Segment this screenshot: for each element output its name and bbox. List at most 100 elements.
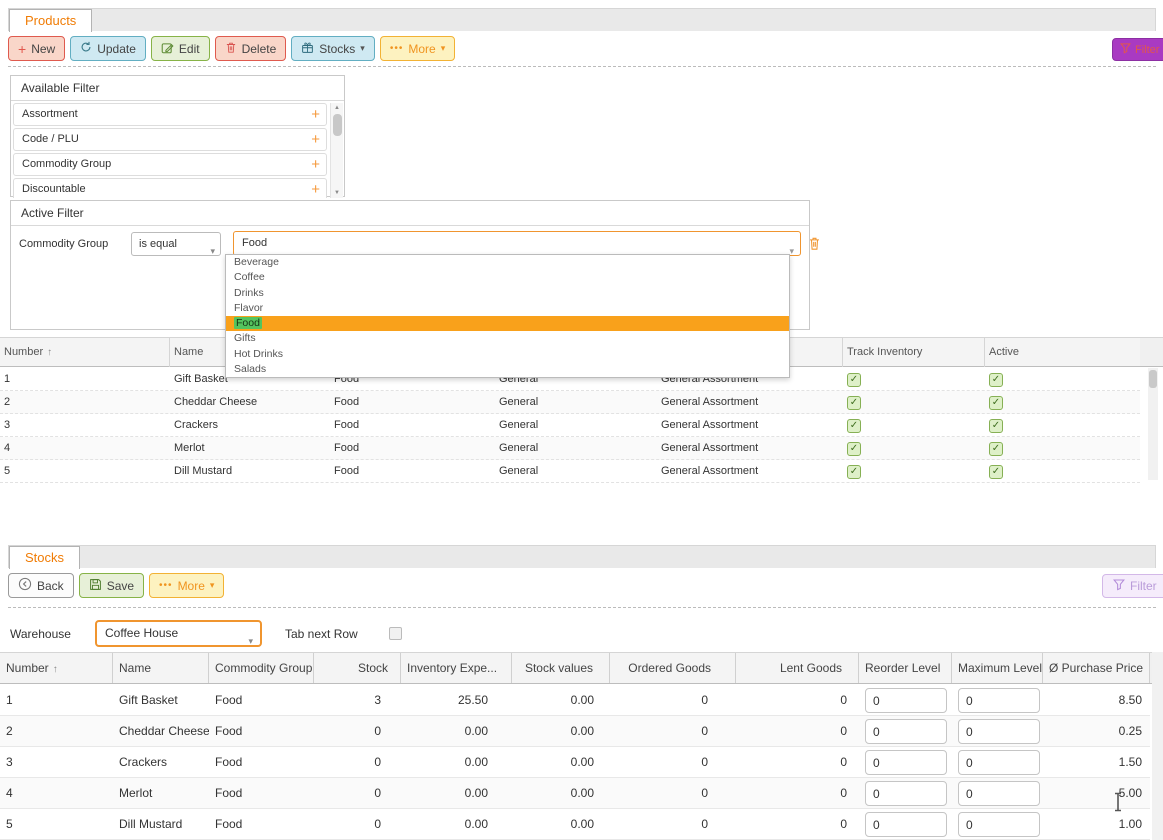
maximum-level-input[interactable]	[958, 781, 1040, 806]
checkbox-checked-icon: ✓	[989, 465, 1003, 479]
active-filter-title: Active Filter	[11, 201, 809, 226]
reorder-level-input[interactable]	[865, 719, 947, 744]
header-label: Name	[174, 346, 203, 358]
option-flavor[interactable]: Flavor	[226, 301, 789, 316]
filter-item-discountable[interactable]: Discountable +	[13, 178, 327, 198]
reorder-level-input[interactable]	[865, 688, 947, 713]
column-header-lent-goods[interactable]: Lent Goods	[736, 653, 859, 683]
edit-button[interactable]: Edit	[151, 36, 210, 61]
cell-number: 1	[0, 685, 113, 715]
column-header-track-inventory[interactable]: Track Inventory	[843, 338, 985, 367]
cell-tax: General	[495, 460, 657, 482]
save-button[interactable]: Save	[79, 573, 144, 598]
table-row[interactable]: 2 Cheddar Cheese Food 0 0.00 0.00 0 0 0.…	[0, 716, 1150, 747]
table-row[interactable]: 2 Cheddar Cheese Food General General As…	[0, 391, 1140, 414]
column-header-reorder-level[interactable]: Reorder Level	[859, 653, 952, 683]
option-beverage[interactable]: Beverage	[226, 255, 789, 270]
back-button[interactable]: Back	[8, 573, 74, 598]
maximum-level-input[interactable]	[958, 688, 1040, 713]
scroll-up-icon[interactable]: ▲	[331, 103, 343, 113]
stocks-scrollbar[interactable]	[1152, 652, 1163, 840]
column-header-active[interactable]: Active	[985, 338, 1140, 367]
maximum-level-input[interactable]	[958, 750, 1040, 775]
column-header-inventory-expected[interactable]: Inventory Expe...	[401, 653, 512, 683]
reorder-level-input[interactable]	[865, 750, 947, 775]
column-header-number[interactable]: Number↑	[0, 653, 113, 683]
new-button[interactable]: + New	[8, 36, 65, 61]
remove-filter-button[interactable]	[808, 236, 821, 251]
add-filter-icon[interactable]: +	[311, 179, 320, 198]
cell-purchase-price: 1.50	[1043, 747, 1150, 777]
table-row[interactable]: 3 Crackers Food 0 0.00 0.00 0 0 1.50	[0, 747, 1150, 778]
column-header-stock[interactable]: Stock	[314, 653, 401, 683]
products-scrollbar[interactable]	[1148, 368, 1158, 480]
cell-stock-values: 0.00	[512, 747, 610, 777]
filter-button-disabled[interactable]: Filter	[1102, 574, 1163, 598]
cell-purchase-price: 5.00	[1043, 778, 1150, 808]
scrollbar-thumb[interactable]	[333, 114, 342, 136]
option-hot-drinks[interactable]: Hot Drinks	[226, 347, 789, 362]
header-label: Lent Goods	[780, 661, 842, 675]
warehouse-select[interactable]: Coffee House ▾	[95, 620, 262, 647]
cell-name: Dill Mustard	[170, 460, 330, 482]
operator-value: is equal	[139, 238, 177, 250]
scroll-down-icon[interactable]: ▼	[331, 188, 343, 198]
operator-select[interactable]: is equal ▾	[131, 232, 221, 256]
table-row[interactable]: 4 Merlot Food General General Assortment…	[0, 437, 1140, 460]
maximum-level-input[interactable]	[958, 812, 1040, 837]
table-row[interactable]: 1 Gift Basket Food 3 25.50 0.00 0 0 8.50	[0, 685, 1150, 716]
column-header-ordered-goods[interactable]: Ordered Goods	[610, 653, 736, 683]
column-header-commodity-group[interactable]: Commodity Group	[209, 653, 314, 683]
column-header-name[interactable]: Name	[113, 653, 209, 683]
option-drinks[interactable]: Drinks	[226, 286, 789, 301]
table-row[interactable]: 5 Dill Mustard Food General General Asso…	[0, 460, 1140, 483]
tab-products[interactable]: Products	[9, 9, 92, 32]
filter-item-label: Commodity Group	[22, 158, 111, 170]
tab-next-row-checkbox[interactable]	[389, 627, 402, 640]
tab-stocks[interactable]: Stocks	[9, 546, 80, 569]
more-button-label: More	[408, 42, 435, 56]
table-row[interactable]: 3 Crackers Food General General Assortme…	[0, 414, 1140, 437]
more-button[interactable]: ••• More ▾	[149, 573, 224, 598]
add-filter-icon[interactable]: +	[311, 154, 320, 175]
update-button[interactable]: Update	[70, 36, 146, 61]
stocks-button[interactable]: Stocks ▾	[291, 36, 375, 61]
back-circle-icon	[18, 577, 32, 594]
cell-tax: General	[495, 437, 657, 459]
scrollbar-thumb[interactable]	[1149, 370, 1157, 388]
toolbar-separator	[8, 607, 1156, 608]
option-salads[interactable]: Salads	[226, 362, 789, 377]
available-filter-scrollbar[interactable]: ▲ ▼	[330, 103, 343, 198]
reorder-level-input[interactable]	[865, 812, 947, 837]
option-gifts[interactable]: Gifts	[226, 331, 789, 346]
filter-item-commodity-group[interactable]: Commodity Group +	[13, 153, 327, 176]
cell-lent-goods: 0	[736, 778, 859, 808]
filter-button-active[interactable]: Filter	[1112, 38, 1163, 61]
maximum-level-input[interactable]	[958, 719, 1040, 744]
filter-item-code-plu[interactable]: Code / PLU +	[13, 128, 327, 151]
more-button[interactable]: ••• More ▾	[380, 36, 455, 61]
stocks-tabstrip: Stocks	[8, 545, 1156, 568]
reorder-level-input[interactable]	[865, 781, 947, 806]
cell-lent-goods: 0	[736, 716, 859, 746]
table-row[interactable]: 4 Merlot Food 0 0.00 0.00 0 0 5.00	[0, 778, 1150, 809]
delete-button[interactable]: Delete	[215, 36, 287, 61]
option-food-highlighted[interactable]: Food	[226, 316, 789, 331]
cell-number: 4	[0, 778, 113, 808]
filter-value-combobox[interactable]: Food ▾	[233, 231, 801, 256]
add-filter-icon[interactable]: +	[311, 129, 320, 150]
cell-purchase-price: 8.50	[1043, 685, 1150, 715]
filter-item-assortment[interactable]: Assortment +	[13, 103, 327, 126]
column-header-purchase-price[interactable]: Ø Purchase Price	[1043, 653, 1150, 683]
add-filter-icon[interactable]: +	[311, 104, 320, 125]
cell-inventory-expected: 0.00	[401, 747, 512, 777]
option-coffee[interactable]: Coffee	[226, 270, 789, 285]
cell-name: Crackers	[170, 414, 330, 436]
column-header-number[interactable]: Number↑	[0, 338, 170, 367]
column-header-maximum-level[interactable]: Maximum Level	[952, 653, 1043, 683]
cell-purchase-price: 1.00	[1043, 809, 1150, 839]
table-row[interactable]: 5 Dill Mustard Food 0 0.00 0.00 0 0 1.00	[0, 809, 1150, 840]
cell-stock: 0	[314, 809, 401, 839]
column-header-stock-values[interactable]: Stock values	[512, 653, 610, 683]
cell-name: Merlot	[113, 778, 209, 808]
